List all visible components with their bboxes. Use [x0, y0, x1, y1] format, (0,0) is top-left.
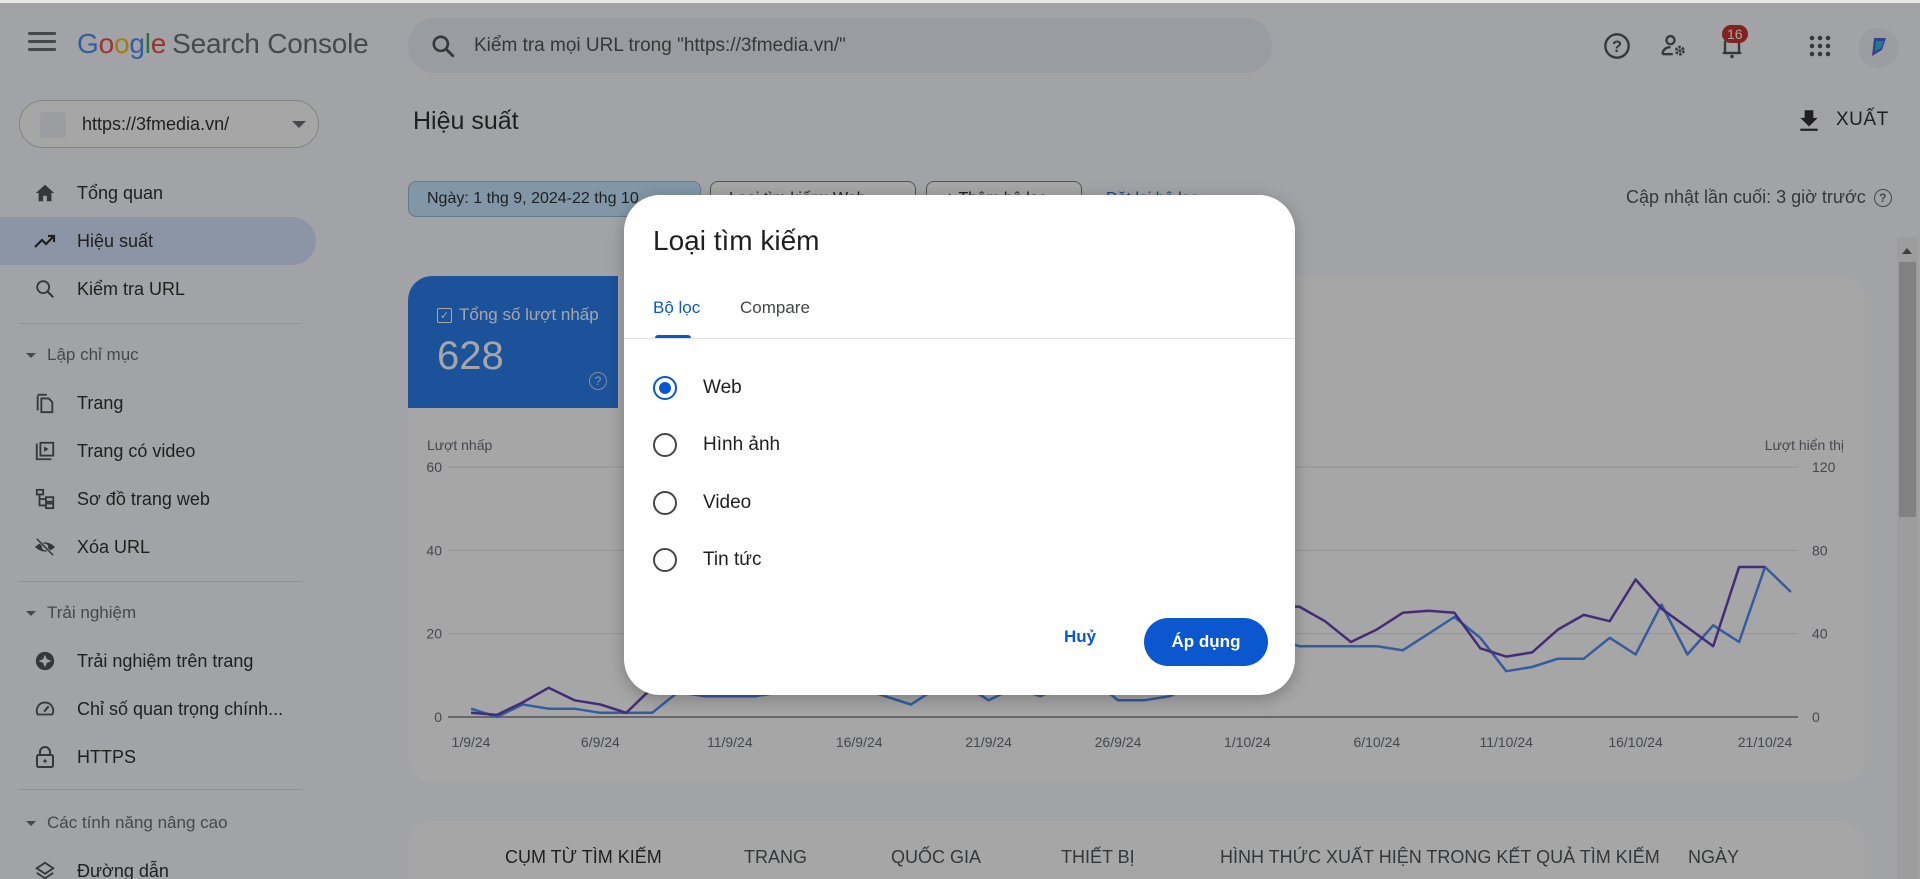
tab-compare[interactable]: Compare: [740, 298, 810, 318]
cancel-button[interactable]: Huỷ: [1064, 627, 1096, 647]
dialog-divider: [624, 338, 1295, 339]
option-web[interactable]: Web: [653, 368, 742, 408]
option-news[interactable]: Tin tức: [653, 540, 761, 580]
dialog-title: Loại tìm kiếm: [653, 225, 820, 256]
radio-unselected-icon[interactable]: [653, 491, 677, 515]
tab-filter[interactable]: Bộ lọc: [653, 298, 700, 318]
option-video[interactable]: Video: [653, 483, 751, 523]
radio-unselected-icon[interactable]: [653, 548, 677, 572]
apply-button[interactable]: Áp dụng: [1144, 618, 1268, 666]
search-console-app: GoogleSearch Console ? 16 https://3fmedi…: [0, 0, 1920, 879]
radio-unselected-icon[interactable]: [653, 433, 677, 457]
option-label: Video: [703, 492, 752, 513]
option-label: Tin tức: [703, 549, 762, 570]
option-label: Web: [703, 377, 742, 398]
option-image[interactable]: Hình ảnh: [653, 425, 780, 465]
option-label: Hình ảnh: [703, 434, 781, 455]
radio-selected-icon[interactable]: [653, 376, 677, 400]
search-type-dialog: Loại tìm kiếm Bộ lọc Compare Web Hình ản…: [624, 195, 1295, 695]
